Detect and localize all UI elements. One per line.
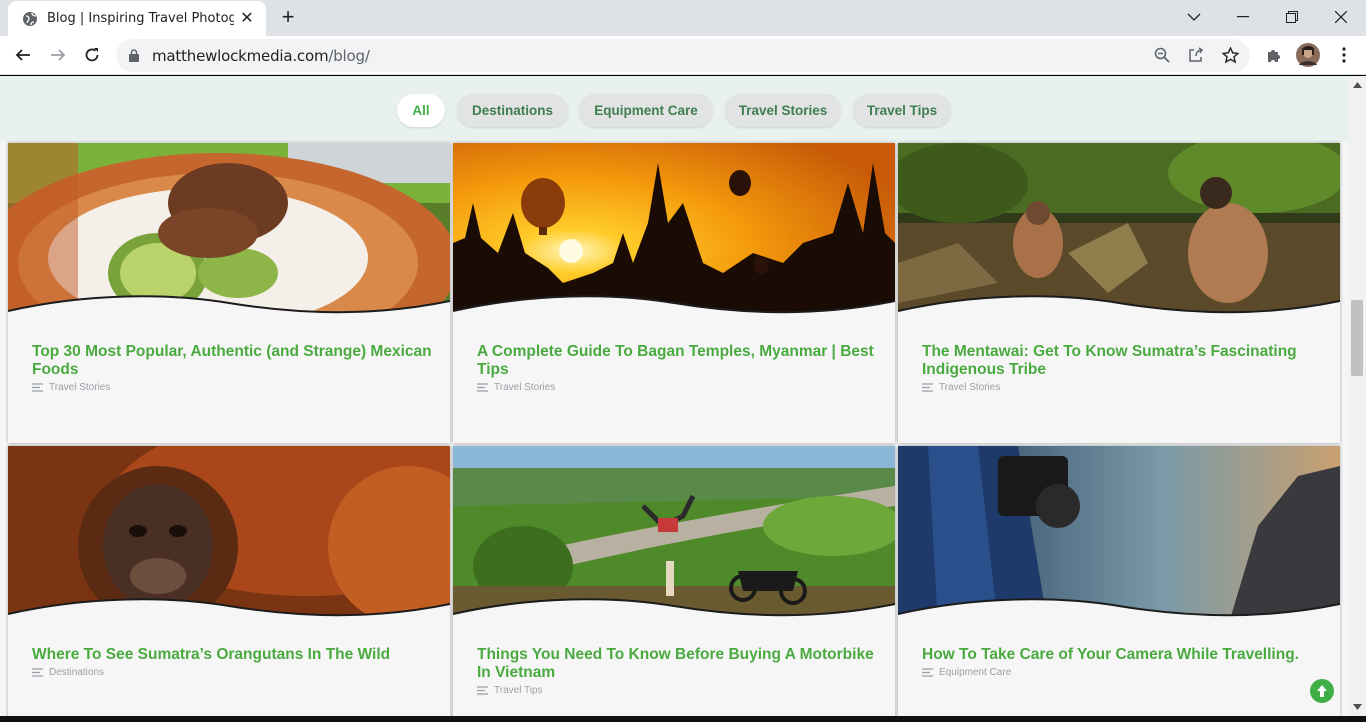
close-icon[interactable]: ✕ bbox=[238, 10, 256, 28]
filter-travel-stories[interactable]: Travel Stories bbox=[725, 94, 841, 127]
blog-card[interactable]: How To Take Care of Your Camera While Tr… bbox=[898, 446, 1340, 716]
page-content: All Destinations Equipment Care Travel S… bbox=[0, 76, 1349, 716]
post-title[interactable]: Where To See Sumatra’s Orangutans In The… bbox=[32, 646, 432, 664]
extensions-icon[interactable] bbox=[1261, 42, 1287, 68]
post-category-label: Travel Tips bbox=[494, 685, 543, 696]
post-title[interactable]: How To Take Care of Your Camera While Tr… bbox=[922, 646, 1322, 664]
scrollbar-thumb[interactable] bbox=[1351, 300, 1363, 376]
minimize-icon[interactable] bbox=[1219, 0, 1267, 34]
taskbar-edge bbox=[0, 716, 1366, 722]
url-text[interactable]: matthewlockmedia.com/blog/ bbox=[152, 47, 370, 65]
post-category-label: Travel Stories bbox=[494, 382, 556, 393]
post-category-label: Destinations bbox=[49, 667, 105, 678]
scroll-to-top-button[interactable] bbox=[1310, 679, 1334, 703]
blog-card[interactable]: Things You Need To Know Before Buying A … bbox=[453, 446, 895, 716]
globe-icon bbox=[23, 11, 37, 26]
reload-icon[interactable] bbox=[77, 40, 107, 70]
filter-travel-tips[interactable]: Travel Tips bbox=[853, 94, 951, 127]
browser-toolbar: matthewlockmedia.com/blog/ bbox=[0, 36, 1366, 75]
browser-tab[interactable]: Blog | Inspiring Travel Photograp ✕ bbox=[8, 1, 266, 36]
post-thumbnail[interactable] bbox=[453, 446, 895, 626]
category-icon bbox=[922, 668, 933, 677]
url-path: /blog/ bbox=[328, 47, 370, 65]
post-category[interactable]: Destinations bbox=[32, 667, 104, 678]
post-title[interactable]: A Complete Guide To Bagan Temples, Myanm… bbox=[477, 343, 877, 378]
post-category-label: Travel Stories bbox=[939, 382, 1001, 393]
category-icon bbox=[477, 383, 488, 392]
chevron-down-icon[interactable] bbox=[1170, 0, 1218, 34]
back-icon[interactable] bbox=[8, 40, 38, 70]
post-thumbnail[interactable] bbox=[8, 143, 450, 323]
post-category[interactable]: Travel Stories bbox=[32, 382, 110, 393]
tab-strip: Blog | Inspiring Travel Photograp ✕ + bbox=[0, 0, 1366, 36]
post-category-label: Equipment Care bbox=[939, 667, 1012, 678]
page-scrollbar[interactable] bbox=[1349, 76, 1366, 716]
post-category[interactable]: Travel Tips bbox=[477, 685, 543, 696]
post-thumbnail[interactable] bbox=[453, 143, 895, 323]
zoom-icon[interactable] bbox=[1149, 42, 1175, 68]
lock-icon[interactable] bbox=[129, 49, 139, 62]
scroll-up-arrow-icon[interactable] bbox=[1353, 82, 1362, 88]
close-window-icon[interactable] bbox=[1317, 0, 1365, 34]
filter-destinations[interactable]: Destinations bbox=[457, 94, 568, 127]
category-filter-bar: All Destinations Equipment Care Travel S… bbox=[0, 76, 1349, 142]
kebab-menu-icon[interactable] bbox=[1331, 42, 1357, 68]
forward-icon[interactable] bbox=[43, 40, 73, 70]
post-title[interactable]: Top 30 Most Popular, Authentic (and Stra… bbox=[32, 343, 432, 378]
plus-icon[interactable]: + bbox=[276, 6, 300, 30]
post-thumbnail[interactable] bbox=[8, 446, 450, 626]
restore-icon[interactable] bbox=[1268, 0, 1316, 34]
avatar[interactable] bbox=[1295, 42, 1321, 68]
post-thumbnail[interactable] bbox=[898, 143, 1340, 323]
blog-card[interactable]: Top 30 Most Popular, Authentic (and Stra… bbox=[8, 143, 450, 443]
category-icon bbox=[32, 668, 43, 677]
category-icon bbox=[32, 383, 43, 392]
post-thumbnail[interactable] bbox=[898, 446, 1340, 626]
address-bar[interactable]: matthewlockmedia.com/blog/ bbox=[116, 39, 1250, 72]
post-category[interactable]: Travel Stories bbox=[922, 382, 1000, 393]
post-title[interactable]: The Mentawai: Get To Know Sumatra’s Fasc… bbox=[922, 343, 1322, 378]
star-icon[interactable] bbox=[1217, 42, 1243, 68]
tab-title: Blog | Inspiring Travel Photograp bbox=[47, 11, 234, 26]
category-icon bbox=[477, 686, 488, 695]
filter-all[interactable]: All bbox=[397, 94, 445, 127]
post-title[interactable]: Things You Need To Know Before Buying A … bbox=[477, 646, 877, 681]
filter-equipment-care[interactable]: Equipment Care bbox=[579, 94, 713, 127]
share-icon[interactable] bbox=[1183, 42, 1209, 68]
blog-card[interactable]: Where To See Sumatra’s Orangutans In The… bbox=[8, 446, 450, 716]
post-category[interactable]: Travel Stories bbox=[477, 382, 555, 393]
url-host: matthewlockmedia.com bbox=[152, 47, 329, 65]
category-icon bbox=[922, 383, 933, 392]
arrow-up-icon bbox=[1317, 685, 1327, 697]
post-category[interactable]: Equipment Care bbox=[922, 667, 1011, 678]
post-category-label: Travel Stories bbox=[49, 382, 111, 393]
blog-card[interactable]: A Complete Guide To Bagan Temples, Myanm… bbox=[453, 143, 895, 443]
scroll-down-arrow-icon[interactable] bbox=[1353, 704, 1362, 710]
blog-card[interactable]: The Mentawai: Get To Know Sumatra’s Fasc… bbox=[898, 143, 1340, 443]
